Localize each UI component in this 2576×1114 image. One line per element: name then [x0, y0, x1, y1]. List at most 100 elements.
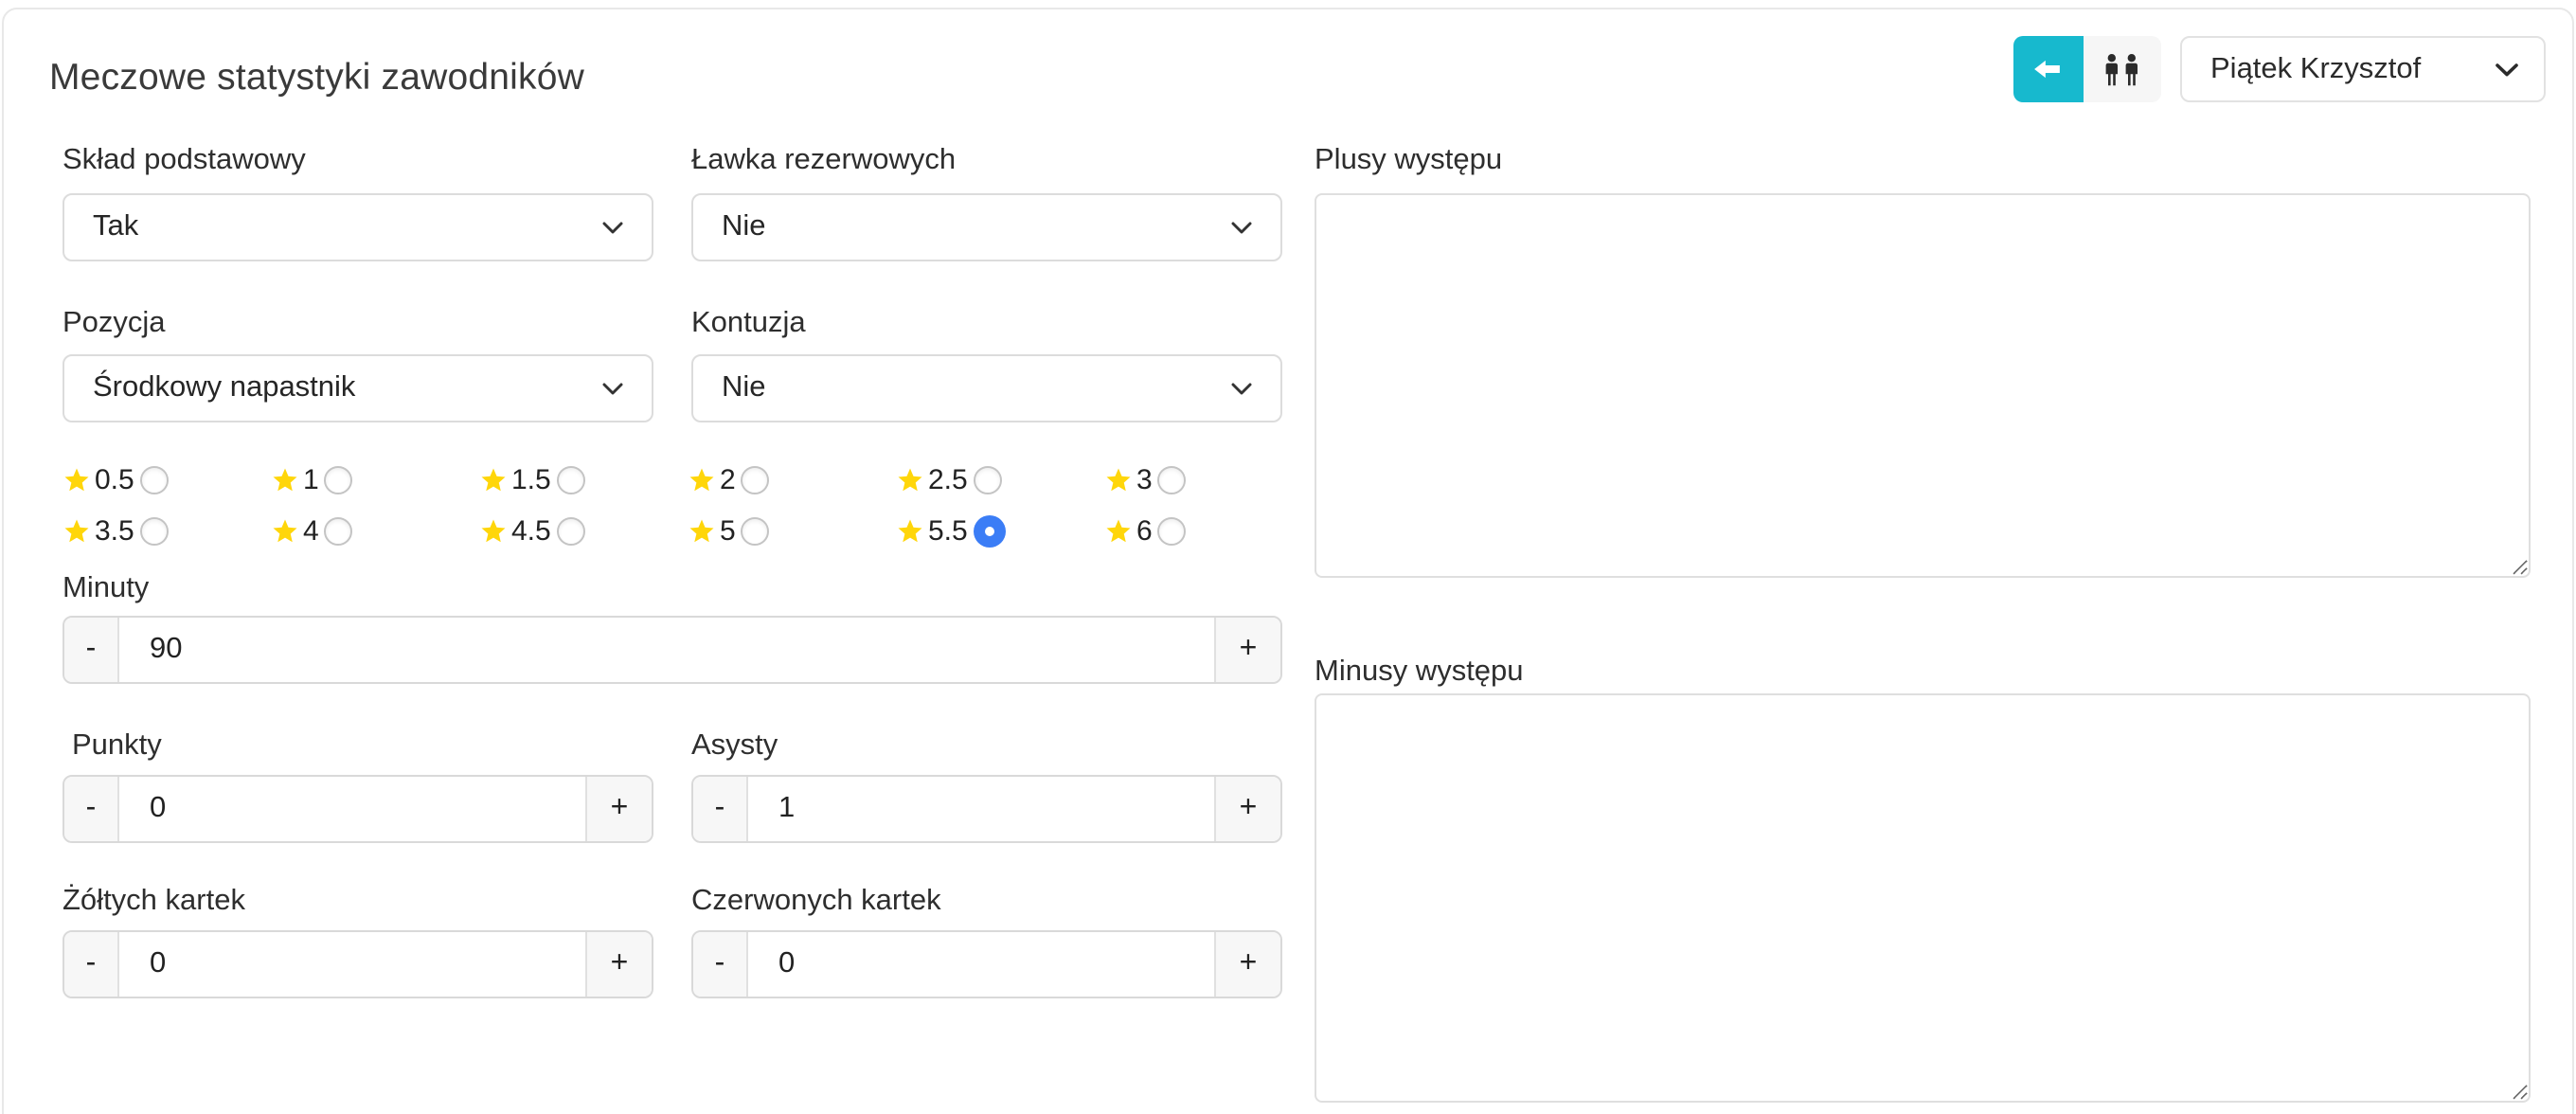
rating-option: 6: [1104, 515, 1313, 548]
chevron-down-icon: [602, 221, 623, 234]
sklad-podstawowy-select[interactable]: Tak: [63, 193, 653, 261]
plusy-wystepu-textarea[interactable]: [1315, 193, 2531, 578]
minusy-wystepu-label: Minusy występu: [1315, 656, 1524, 690]
rating-value: 0.5: [95, 464, 134, 496]
asysty-label: Asysty: [691, 729, 778, 764]
chevron-down-icon: [602, 382, 623, 395]
rating-radio[interactable]: [140, 517, 169, 546]
plusy-wystepu-label: Plusy występu: [1315, 144, 1502, 178]
pozycja-value: Środkowy napastnik: [93, 371, 355, 405]
rating-radio[interactable]: [1158, 466, 1187, 494]
asysty-stepper: - +: [691, 775, 1282, 843]
star-icon: [1104, 466, 1133, 494]
back-button[interactable]: [2013, 36, 2084, 102]
punkty-input[interactable]: [119, 777, 585, 841]
rating-option: 0.5: [63, 464, 271, 496]
rating-option: 4: [271, 515, 479, 548]
zoltych-kartek-increment-button[interactable]: +: [585, 932, 652, 997]
star-icon: [896, 517, 924, 546]
chevron-down-icon: [2495, 62, 2519, 77]
rating-value: 4: [303, 515, 319, 548]
rating-value: 3.5: [95, 515, 134, 548]
star-icon: [688, 466, 716, 494]
star-icon: [63, 466, 91, 494]
kontuzja-select[interactable]: Nie: [691, 354, 1282, 422]
rating-radio[interactable]: [742, 466, 770, 494]
lawka-rezerwowych-value: Nie: [722, 210, 766, 244]
rating-row-1: 0.5 1 1.5 2 2.5 3: [63, 464, 1313, 496]
punkty-increment-button[interactable]: +: [585, 777, 652, 841]
zoltych-kartek-input[interactable]: [119, 932, 585, 997]
sklad-podstawowy-label: Skład podstawowy: [63, 144, 306, 178]
page: Meczowe statystyki zawodników Piątek Krz…: [0, 0, 2576, 1114]
rating-value: 4.5: [511, 515, 551, 548]
star-icon: [271, 466, 299, 494]
rating-radio-selected[interactable]: [974, 515, 1006, 548]
rating-option: 2: [688, 464, 896, 496]
chevron-down-icon: [1231, 221, 1252, 234]
chevron-down-icon: [1231, 382, 1252, 395]
asysty-decrement-button[interactable]: -: [693, 777, 748, 841]
lawka-rezerwowych-label: Ławka rezerwowych: [691, 144, 956, 178]
asysty-increment-button[interactable]: +: [1214, 777, 1280, 841]
rating-value: 2: [720, 464, 736, 496]
minuty-input[interactable]: [119, 618, 1214, 682]
rating-value: 6: [1136, 515, 1153, 548]
rating-radio[interactable]: [325, 466, 353, 494]
rating-value: 5: [720, 515, 736, 548]
star-icon: [688, 517, 716, 546]
match-stats-card: Meczowe statystyki zawodników Piątek Krz…: [2, 8, 2574, 1114]
czerwonych-kartek-stepper: - +: [691, 930, 1282, 998]
kontuzja-label: Kontuzja: [691, 307, 806, 341]
player-select[interactable]: Piątek Krzysztof: [2180, 36, 2546, 102]
star-icon: [271, 517, 299, 546]
rating-option: 1.5: [479, 464, 688, 496]
rating-radio[interactable]: [557, 517, 585, 546]
rating-option: 3: [1104, 464, 1313, 496]
czerwonych-kartek-increment-button[interactable]: +: [1214, 932, 1280, 997]
rating-option-selected: 5.5: [896, 515, 1104, 548]
czerwonych-kartek-decrement-button[interactable]: -: [693, 932, 748, 997]
punkty-stepper: - +: [63, 775, 653, 843]
rating-radio[interactable]: [742, 517, 770, 546]
zoltych-kartek-decrement-button[interactable]: -: [64, 932, 119, 997]
punkty-label: Punkty: [72, 729, 162, 764]
rating-radio[interactable]: [974, 466, 1002, 494]
asysty-input[interactable]: [748, 777, 1214, 841]
minuty-stepper: - +: [63, 616, 1282, 684]
minusy-wystepu-textarea[interactable]: [1315, 693, 2531, 1103]
star-icon: [63, 517, 91, 546]
rating-value: 5.5: [928, 515, 968, 548]
rating-radio[interactable]: [557, 466, 585, 494]
kontuzja-value: Nie: [722, 371, 766, 405]
rating-value: 1.5: [511, 464, 551, 496]
star-icon: [479, 517, 508, 546]
rating-option: 2.5: [896, 464, 1104, 496]
rating-radio[interactable]: [325, 517, 353, 546]
players-button[interactable]: [2084, 36, 2161, 102]
star-icon: [896, 466, 924, 494]
rating-option: 3.5: [63, 515, 271, 548]
minuty-label: Minuty: [63, 572, 149, 606]
rating-option: 5: [688, 515, 896, 548]
pozycja-select[interactable]: Środkowy napastnik: [63, 354, 653, 422]
minuty-decrement-button[interactable]: -: [64, 618, 119, 682]
pozycja-label: Pozycja: [63, 307, 166, 341]
punkty-decrement-button[interactable]: -: [64, 777, 119, 841]
sklad-podstawowy-value: Tak: [93, 210, 138, 244]
rating-option: 4.5: [479, 515, 688, 548]
rating-radio[interactable]: [1158, 517, 1187, 546]
rating-radio[interactable]: [140, 466, 169, 494]
header-controls: Piątek Krzysztof: [2013, 36, 2546, 102]
page-title: Meczowe statystyki zawodników: [49, 57, 584, 100]
rating-option: 1: [271, 464, 479, 496]
arrow-left-icon: [2030, 51, 2066, 87]
rating-value: 1: [303, 464, 319, 496]
czerwonych-kartek-input[interactable]: [748, 932, 1214, 997]
minuty-increment-button[interactable]: +: [1214, 618, 1280, 682]
rating-value: 3: [1136, 464, 1153, 496]
lawka-rezerwowych-select[interactable]: Nie: [691, 193, 1282, 261]
zoltych-kartek-stepper: - +: [63, 930, 653, 998]
zoltych-kartek-label: Żółtych kartek: [63, 885, 245, 919]
star-icon: [1104, 517, 1133, 546]
